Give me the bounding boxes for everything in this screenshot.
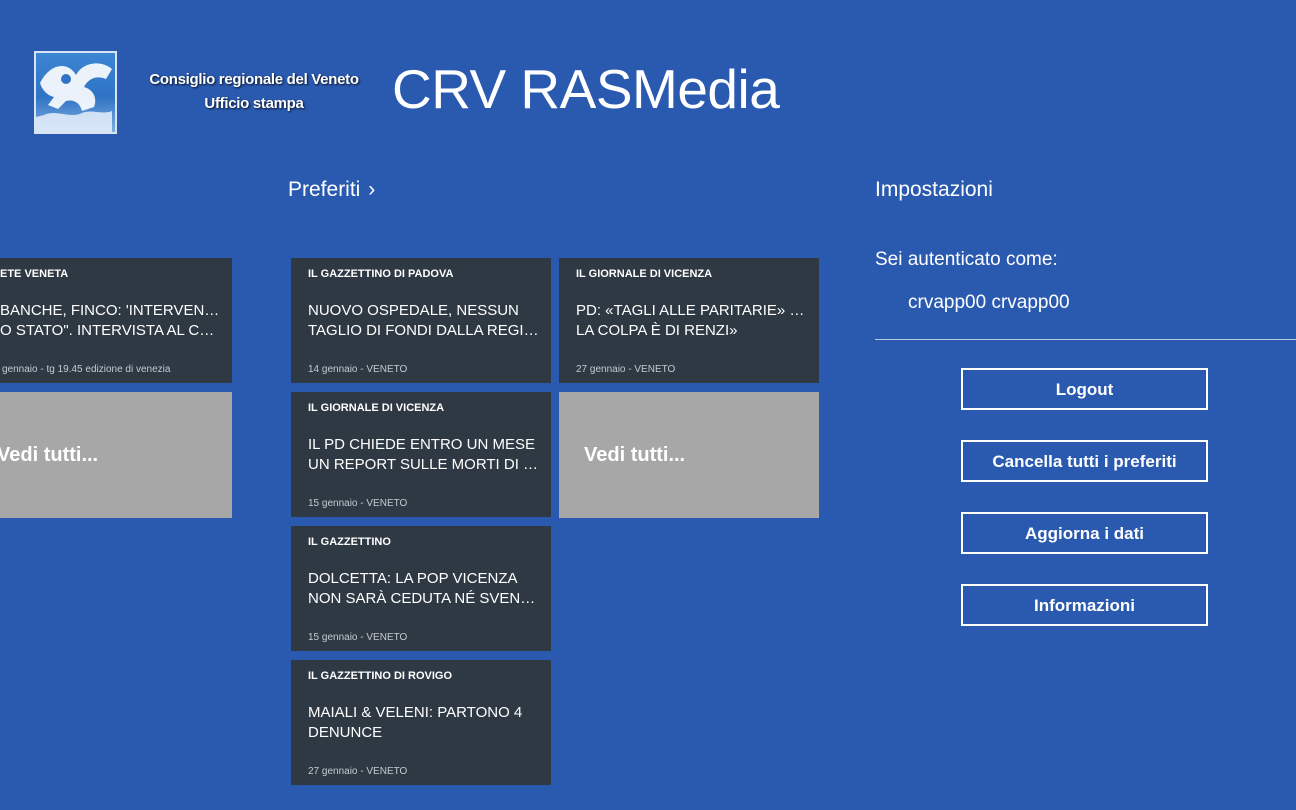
favorite-tile[interactable]: IL GIORNALE DI VICENZA PD: «TAGLI ALLE P… — [559, 258, 819, 383]
organization-name: Consiglio regionale del Veneto Ufficio s… — [134, 68, 374, 116]
headline-line-2: TAGLIO DI FONDI DALLA REGI… — [308, 322, 539, 339]
chevron-right-icon: › — [368, 178, 376, 201]
headline-line-2: O STATO". INTERVISTA AL CO… — [0, 322, 220, 339]
headline-line-1: MAIALI & VELENI: PARTONO 4 — [308, 704, 523, 721]
favorite-tile[interactable]: IL GAZZETTINO DI PADOVA NUOVO OSPEDALE, … — [291, 258, 551, 383]
news-source: IL GAZZETTINO DI PADOVA — [308, 268, 454, 280]
app-title: CRV RASMedia — [392, 58, 780, 120]
see-all-left-button[interactable]: Vedi tutti... — [0, 392, 232, 518]
preferiti-label: Preferiti — [288, 178, 361, 201]
news-headline: PD: «TAGLI ALLE PARITARIE» «MA LA COLPA … — [576, 301, 807, 341]
news-headline: DOLCETTA: LA POP VICENZA NON SARÀ CEDUTA… — [308, 569, 539, 609]
logout-button[interactable]: Logout — [961, 368, 1208, 410]
news-headline: BANCHE, FINCO: 'INTERVENGA O STATO". INT… — [0, 301, 220, 341]
news-tile-left[interactable]: ETE VENETA BANCHE, FINCO: 'INTERVENGA O … — [0, 258, 232, 383]
favorite-tile[interactable]: IL GAZZETTINO DI ROVIGO MAIALI & VELENI:… — [291, 660, 551, 785]
news-meta: gennaio - tg 19.45 edizione di venezia — [2, 364, 171, 375]
divider — [875, 339, 1296, 340]
see-all-favorites-button[interactable]: Vedi tutti... — [559, 392, 819, 518]
news-source: IL GAZZETTINO — [308, 536, 391, 548]
crv-logo — [34, 51, 117, 134]
headline-line-2: DENUNCE — [308, 724, 383, 741]
organization-line-2: Ufficio stampa — [204, 95, 304, 112]
news-meta: 14 gennaio - VENETO — [308, 364, 408, 375]
section-header-impostazioni: Impostazioni — [875, 178, 993, 201]
favorite-tile[interactable]: IL GAZZETTINO DOLCETTA: LA POP VICENZA N… — [291, 526, 551, 651]
headline-line-2: LA COLPA È DI RENZI» — [576, 322, 738, 339]
info-button[interactable]: Informazioni — [961, 584, 1208, 626]
headline-line-1: NUOVO OSPEDALE, NESSUN — [308, 302, 519, 319]
section-header-preferiti[interactable]: Preferiti › — [288, 176, 375, 204]
news-source: ETE VENETA — [0, 268, 69, 280]
authenticated-user: crvapp00 crvapp00 — [908, 292, 1070, 313]
news-source: IL GAZZETTINO DI ROVIGO — [308, 670, 453, 682]
news-source: IL GIORNALE DI VICENZA — [308, 402, 445, 414]
news-source: IL GIORNALE DI VICENZA — [576, 268, 713, 280]
headline-line-1: PD: «TAGLI ALLE PARITARIE» «MA — [576, 302, 807, 319]
news-headline: NUOVO OSPEDALE, NESSUN TAGLIO DI FONDI D… — [308, 301, 539, 341]
news-meta: 27 gennaio - VENETO — [576, 364, 676, 375]
headline-line-1: BANCHE, FINCO: 'INTERVENGA — [0, 302, 220, 319]
news-meta: 15 gennaio - VENETO — [308, 632, 408, 643]
headline-line-1: IL PD CHIEDE ENTRO UN MESE — [308, 436, 535, 453]
clear-favorites-button[interactable]: Cancella tutti i preferiti — [961, 440, 1208, 482]
news-meta: 27 gennaio - VENETO — [308, 766, 408, 777]
headline-line-2: NON SARÀ CEDUTA NÉ SVEND… — [308, 590, 539, 607]
news-headline: MAIALI & VELENI: PARTONO 4 DENUNCE — [308, 703, 539, 743]
favorite-tile[interactable]: IL GIORNALE DI VICENZA IL PD CHIEDE ENTR… — [291, 392, 551, 517]
lion-of-saint-mark-icon — [36, 63, 112, 132]
headline-line-2: UN REPORT SULLE MORTI DI P… — [308, 456, 539, 473]
see-all-label: Vedi tutti... — [584, 444, 686, 466]
headline-line-1: DOLCETTA: LA POP VICENZA — [308, 570, 518, 587]
see-all-label: Vedi tutti... — [0, 444, 99, 466]
organization-line-1: Consiglio regionale del Veneto — [149, 71, 359, 88]
auth-label: Sei autenticato come: — [875, 249, 1058, 270]
refresh-data-button[interactable]: Aggiorna i dati — [961, 512, 1208, 554]
news-meta: 15 gennaio - VENETO — [308, 498, 408, 509]
news-headline: IL PD CHIEDE ENTRO UN MESE UN REPORT SUL… — [308, 435, 539, 475]
